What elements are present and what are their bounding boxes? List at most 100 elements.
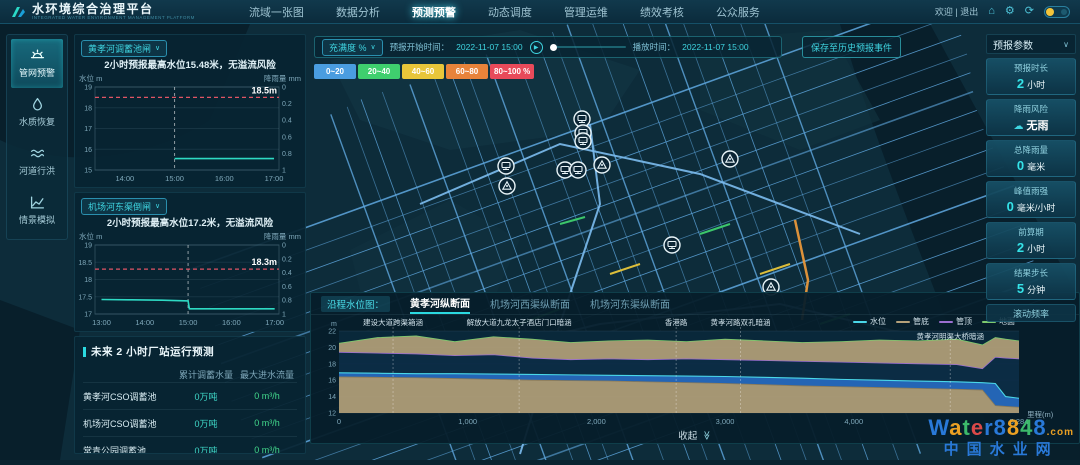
sidebar-item-river-flood[interactable]: 河道行洪	[11, 137, 63, 186]
station-forecast-title: 未来 2 小时厂站运行预测	[83, 344, 297, 359]
svg-text:19: 19	[84, 243, 92, 250]
chevron-down-icon: ∨	[155, 44, 160, 52]
site-selector-2[interactable]: 机场河东渠倒闸∨	[81, 198, 167, 215]
watermark-subtitle: 中国水业网	[928, 442, 1074, 457]
nav-item-forecast-warning[interactable]: 预测预警	[412, 4, 456, 20]
svg-text:15: 15	[84, 168, 92, 175]
svg-text:m: m	[331, 321, 337, 328]
col-inflow: 最大进水流量	[237, 368, 297, 381]
save-to-history-button[interactable]: 保存至历史预报事件	[802, 36, 901, 58]
map-marker-station[interactable]	[722, 151, 738, 167]
col-storage: 累计调蓄水量	[175, 368, 237, 381]
map-marker-gate[interactable]	[575, 133, 591, 149]
chevron-down-icon: ∨	[155, 202, 160, 210]
legend-chip: 80~100 %	[490, 64, 534, 79]
water-level-card-1: 黄孝河调蓄池闸∨ 2小时预报最高水位15.48米，无溢流风险水位 m 降雨量 mm…	[74, 34, 306, 188]
param-card-precompute: 前算期 2小时	[986, 222, 1076, 259]
svg-text:黄孝河路双孔暗涵: 黄孝河路双孔暗涵	[711, 317, 771, 327]
svg-text:18: 18	[84, 105, 92, 112]
svg-text:15:00: 15:00	[165, 174, 184, 183]
svg-text:0: 0	[282, 243, 286, 250]
rolling-frequency-button[interactable]: 滚动频率	[986, 304, 1076, 322]
svg-text:18.5: 18.5	[78, 260, 92, 267]
time-slider[interactable]	[550, 46, 626, 48]
forecast-params-panel: 预报参数∨ 预报时长 2小时 降雨风险 ☁无雨 总降雨量 0毫米 峰值雨强 0毫…	[986, 34, 1076, 322]
home-icon[interactable]: ⌂	[988, 6, 995, 17]
slider-knob[interactable]	[550, 44, 557, 51]
map-marker-gate[interactable]	[498, 158, 514, 174]
svg-text:17:00: 17:00	[265, 318, 284, 327]
map-marker-station[interactable]	[594, 157, 610, 173]
svg-text:0.4: 0.4	[282, 270, 292, 277]
site-selector-1[interactable]: 黄孝河调蓄池闸∨	[81, 40, 167, 57]
svg-text:14:00: 14:00	[115, 174, 134, 183]
table-header: 累计调蓄水量 最大进水流量	[83, 366, 297, 382]
wave-icon	[30, 146, 45, 161]
chevron-double-down-icon: ≫	[702, 430, 713, 439]
svg-text:15:00: 15:00	[179, 318, 198, 327]
svg-text:16: 16	[328, 378, 336, 385]
svg-text:17: 17	[84, 312, 92, 319]
svg-text:18: 18	[84, 277, 92, 284]
playback-control-bar: 充满度 %∨ 预报开始时间： 2022-11-07 15:00 ▶ 播放时间： …	[314, 36, 782, 58]
svg-text:0.8: 0.8	[282, 151, 292, 158]
nav-item-performance[interactable]: 绩效考核	[640, 4, 684, 20]
tab-huangxiao-profile[interactable]: 黄孝河纵断面	[410, 293, 470, 314]
svg-text:水位 m: 水位 m	[79, 73, 102, 83]
param-card-duration: 预报时长 2小时	[986, 58, 1076, 95]
tab-airport-west-profile[interactable]: 机场河西渠纵断面	[490, 294, 570, 313]
nav-item-operations[interactable]: 管理运维	[564, 4, 608, 20]
map-marker-gate[interactable]	[664, 237, 680, 253]
gear-icon[interactable]: ⚙	[1005, 6, 1015, 17]
chevron-down-icon: ∨	[1063, 40, 1069, 49]
svg-text:2小时预报最高水位15.48米，无溢流风险: 2小时预报最高水位15.48米，无溢流风险	[104, 59, 276, 71]
svg-text:解放大道九龙太子酒店门口暗涵: 解放大道九龙太子酒店门口暗涵	[467, 317, 572, 327]
start-time-value[interactable]: 2022-11-07 15:00	[456, 42, 522, 52]
sidebar-item-scenario-simulation[interactable]: 情景模拟	[11, 186, 63, 235]
display-mode-select[interactable]: 充满度 %∨	[322, 39, 383, 56]
table-row[interactable]: 机场河CSO调蓄池 0万吨 0 m³/h	[83, 409, 297, 436]
sidebar-item-pipe-warning[interactable]: 管网预警	[11, 39, 63, 88]
svg-text:12: 12	[328, 411, 336, 418]
param-card-rain-risk: 降雨风险 ☁无雨	[986, 99, 1076, 136]
svg-text:18: 18	[328, 361, 336, 368]
chevron-down-icon: ∨	[371, 43, 376, 51]
svg-text:17:00: 17:00	[265, 174, 284, 183]
refresh-icon[interactable]: ⟳	[1025, 6, 1034, 17]
svg-text:16:00: 16:00	[222, 318, 241, 327]
map-marker-gate[interactable]	[570, 162, 586, 178]
legend-chip: 0~20	[314, 64, 356, 79]
user-logout-text[interactable]: 欢迎 | 退出	[935, 5, 978, 18]
svg-text:18.5m: 18.5m	[251, 85, 277, 95]
sidebar-item-label: 河道行洪	[19, 164, 55, 177]
longitudinal-profile-chart: 水位 管底 管顶 地面 222018161412建设大道跨渠箱涵解放大道九龙太子…	[313, 315, 1079, 427]
map-marker-station[interactable]	[499, 178, 515, 194]
tab-airport-east-profile[interactable]: 机场河东渠纵断面	[590, 294, 670, 313]
svg-text:0.8: 0.8	[282, 298, 292, 305]
theme-toggle[interactable]	[1044, 6, 1070, 18]
svg-text:0: 0	[282, 85, 286, 92]
start-time-label: 预报开始时间：	[390, 41, 450, 53]
cloud-icon: ☁	[1014, 121, 1024, 132]
nav-item-basin-map[interactable]: 流域一张图	[249, 4, 304, 20]
table-row[interactable]: 常青公园调蓄池 0万吨 0 m³/h	[83, 436, 297, 454]
svg-text:13:00: 13:00	[92, 318, 111, 327]
legend-chip: 60~80	[446, 64, 488, 79]
param-card-total-rainfall: 总降雨量 0毫米	[986, 140, 1076, 177]
param-card-peak-intensity: 峰值雨强 0毫米/小时	[986, 181, 1076, 218]
nav-item-public-service[interactable]: 公众服务	[716, 4, 760, 20]
app-subtitle: INTEGRATED WATER ENVIRONMENT MANAGEMENT …	[32, 15, 195, 20]
play-button[interactable]: ▶	[530, 41, 543, 54]
level-forecast-chart-1: 2小时预报最高水位15.48米，无溢流风险水位 m降雨量 mm191817161…	[75, 57, 305, 185]
svg-text:降雨量 mm: 降雨量 mm	[264, 73, 301, 83]
line-chart-icon	[30, 195, 45, 210]
forecast-params-header[interactable]: 预报参数∨	[986, 34, 1076, 54]
nav-item-dynamic-dispatch[interactable]: 动态调度	[488, 4, 532, 20]
table-row[interactable]: 黄孝河CSO调蓄池 0万吨 0 m³/h	[83, 382, 297, 409]
param-card-result-step: 结果步长 5分钟	[986, 263, 1076, 300]
svg-text:17.5: 17.5	[78, 294, 92, 301]
legend-chip: 40~60	[402, 64, 444, 79]
nav-item-data-analysis[interactable]: 数据分析	[336, 4, 380, 20]
sidebar-item-water-quality[interactable]: 水质恢复	[11, 88, 63, 137]
svg-text:14: 14	[328, 394, 336, 401]
